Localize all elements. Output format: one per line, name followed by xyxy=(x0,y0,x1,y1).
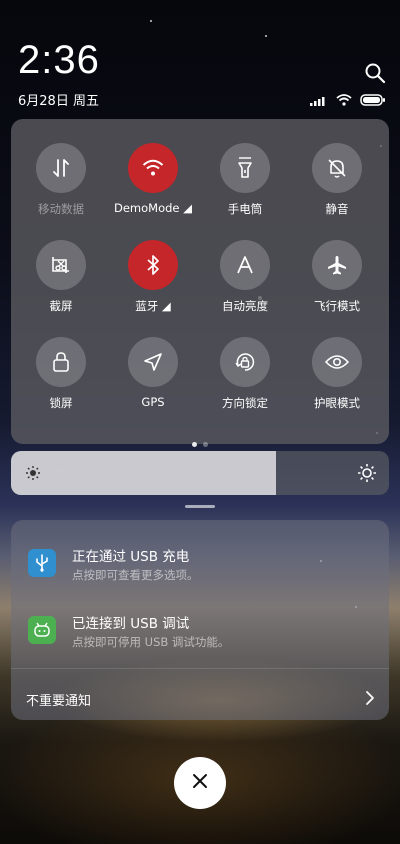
usb-icon xyxy=(28,549,56,577)
tile-bluetooth[interactable]: 蓝牙 ◢ xyxy=(107,240,199,314)
tile-flashlight[interactable]: 手电筒 xyxy=(199,143,291,217)
brightness-low-icon xyxy=(25,465,41,485)
brightness-fill xyxy=(11,451,276,495)
status-bar: 2:36 6月28日 周五 xyxy=(0,0,400,115)
notification-subtitle: 点按即可查看更多选项。 xyxy=(72,568,199,582)
brightness-high-icon xyxy=(357,463,377,487)
flashlight-icon xyxy=(220,143,270,193)
location-icon xyxy=(128,337,178,387)
tile-label: 飞行模式 xyxy=(314,299,360,313)
screenshot-icon xyxy=(36,240,86,290)
tile-label: 自动亮度 xyxy=(222,299,268,313)
wifi-icon xyxy=(128,143,178,193)
rotation-lock-icon xyxy=(220,337,270,387)
tile-mobile-data[interactable]: 移动数据 xyxy=(15,143,107,217)
search-icon[interactable] xyxy=(364,62,386,84)
unimportant-notifications-link[interactable]: 不重要通知 xyxy=(26,690,91,709)
close-button[interactable] xyxy=(174,757,226,809)
notification-usb-charging[interactable]: 正在通过 USB 充电 点按即可查看更多选项。 xyxy=(28,545,368,585)
divider xyxy=(11,668,389,669)
clock: 2:36 xyxy=(18,38,100,82)
tile-label: 护眼模式 xyxy=(314,396,360,410)
page-dot-active xyxy=(192,442,197,447)
signal-icon xyxy=(310,91,328,110)
tile-label: GPS xyxy=(141,395,165,409)
tile-label: 截屏 xyxy=(49,299,73,313)
tile-gps[interactable]: GPS xyxy=(107,337,199,409)
eye-icon xyxy=(312,337,362,387)
page-dot xyxy=(203,442,208,447)
notification-title: 已连接到 USB 调试 xyxy=(72,616,190,632)
brightness-slider[interactable] xyxy=(11,451,389,495)
tile-rotation-lock[interactable]: 方向锁定 xyxy=(199,337,291,411)
notification-subtitle: 点按即可停用 USB 调试功能。 xyxy=(72,635,230,649)
drag-handle[interactable] xyxy=(185,505,215,508)
tile-label: DemoMode ◢ xyxy=(113,201,192,215)
mobile-data-icon xyxy=(36,143,86,193)
airplane-icon xyxy=(312,240,362,290)
quick-settings-panel: 移动数据 DemoMode ◢ 手电筒 静音 截屏 蓝牙 ◢ 自动亮度 飞行模式… xyxy=(11,119,389,447)
android-debug-icon xyxy=(28,616,56,644)
auto-brightness-icon xyxy=(220,240,270,290)
tile-label: 手电筒 xyxy=(227,202,263,216)
tile-label: 移动数据 xyxy=(38,202,84,216)
battery-icon xyxy=(360,91,386,110)
system-icons xyxy=(310,91,386,110)
notification-title: 正在通过 USB 充电 xyxy=(72,549,190,565)
notification-panel: 正在通过 USB 充电 点按即可查看更多选项。 已连接到 USB 调试 点按即可… xyxy=(11,520,389,720)
tile-eye-protection[interactable]: 护眼模式 xyxy=(291,337,383,411)
tile-airplane[interactable]: 飞行模式 xyxy=(291,240,383,314)
wifi-status-icon xyxy=(336,91,352,110)
tile-label: 静音 xyxy=(325,202,349,216)
tile-auto-brightness[interactable]: 自动亮度 xyxy=(199,240,291,314)
tile-label: 方向锁定 xyxy=(222,396,268,410)
lock-icon xyxy=(36,337,86,387)
close-icon xyxy=(192,773,208,793)
tile-screenshot[interactable]: 截屏 xyxy=(15,240,107,314)
mute-bell-icon xyxy=(312,143,362,193)
bluetooth-icon xyxy=(128,240,178,290)
tile-wifi[interactable]: DemoMode ◢ xyxy=(107,143,199,215)
tile-mute[interactable]: 静音 xyxy=(291,143,383,217)
page-indicator xyxy=(11,432,389,451)
tile-label: 蓝牙 ◢ xyxy=(135,299,171,313)
chevron-right-icon[interactable] xyxy=(365,690,375,710)
tile-label: 锁屏 xyxy=(49,396,73,410)
notification-usb-debugging[interactable]: 已连接到 USB 调试 点按即可停用 USB 调试功能。 xyxy=(28,612,368,652)
tile-lock[interactable]: 锁屏 xyxy=(15,337,107,411)
date-label: 6月28日 周五 xyxy=(18,94,99,109)
